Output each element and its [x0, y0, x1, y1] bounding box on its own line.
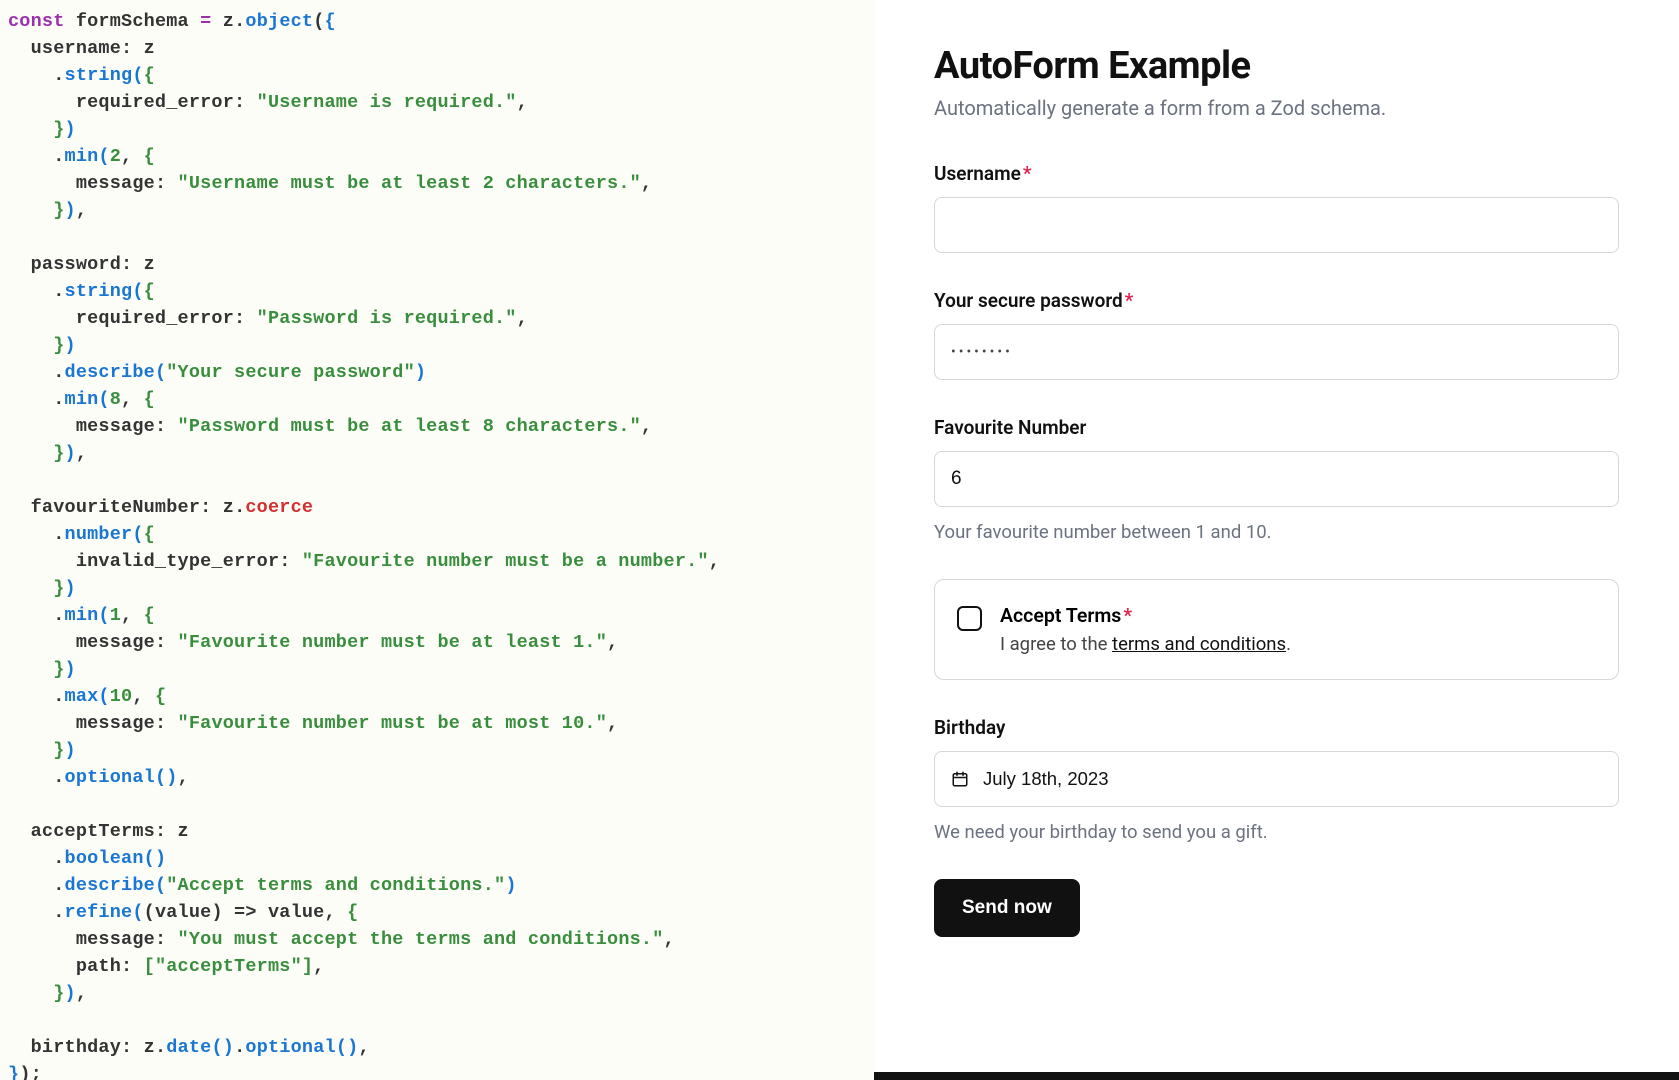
username-input[interactable]: [934, 197, 1619, 253]
helper-favourite-number: Your favourite number between 1 and 10.: [934, 521, 1619, 543]
password-mask: ••••••••: [951, 344, 1013, 360]
label-username: Username*: [934, 162, 1619, 185]
bottom-border-bar: [874, 1072, 1679, 1080]
label-birthday: Birthday: [934, 716, 1619, 739]
page-subtitle: Automatically generate a form from a Zod…: [934, 96, 1619, 120]
label-accept-terms: Accept Terms*: [1000, 604, 1291, 627]
form-preview: AutoForm Example Automatically generate …: [874, 0, 1679, 1080]
code-var-formschema: formSchema: [76, 11, 189, 32]
accept-terms-checkbox[interactable]: [957, 606, 982, 631]
page-title: AutoForm Example: [934, 44, 1619, 88]
field-password: Your secure password* ••••••••: [934, 289, 1619, 380]
calendar-icon: [951, 770, 969, 788]
required-asterisk: *: [1123, 604, 1132, 627]
submit-button[interactable]: Send now: [934, 879, 1080, 937]
required-asterisk: *: [1023, 162, 1032, 185]
helper-birthday: We need your birthday to send you a gift…: [934, 821, 1619, 843]
field-birthday: Birthday July 18th, 2023 We need your bi…: [934, 716, 1619, 843]
birthday-date-picker[interactable]: July 18th, 2023: [934, 751, 1619, 807]
favourite-number-input[interactable]: [934, 451, 1619, 507]
required-asterisk: *: [1125, 289, 1134, 312]
birthday-value: July 18th, 2023: [983, 768, 1108, 790]
accept-terms-description: I agree to the terms and conditions.: [1000, 633, 1291, 655]
password-input[interactable]: ••••••••: [934, 324, 1619, 380]
terms-link[interactable]: terms and conditions: [1112, 633, 1286, 655]
label-password: Your secure password*: [934, 289, 1619, 312]
label-favourite-number: Favourite Number: [934, 416, 1619, 439]
field-favourite-number: Favourite Number Your favourite number b…: [934, 416, 1619, 543]
field-username: Username*: [934, 162, 1619, 253]
field-accept-terms: Accept Terms* I agree to the terms and c…: [934, 579, 1619, 680]
code-editor[interactable]: const formSchema = z.object({ username: …: [0, 0, 874, 1080]
